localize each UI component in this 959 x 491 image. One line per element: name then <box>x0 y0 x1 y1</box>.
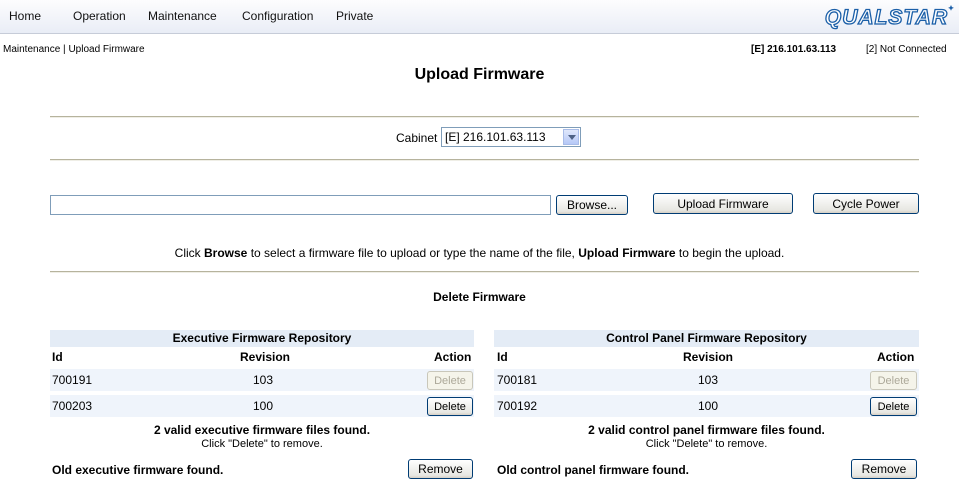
breadcrumb-maintenance[interactable]: Maintenance <box>3 44 60 55</box>
library-status: [E] 216.101.63.113 <box>751 44 837 55</box>
control-panel-col-id: Id <box>497 350 508 364</box>
browse-button[interactable]: Browse... <box>556 195 628 215</box>
nav-private[interactable]: Private <box>336 9 373 23</box>
page-title: Upload Firmware <box>414 66 545 83</box>
logo-star-icon <box>948 5 954 11</box>
executive-row-1-revision: 103 <box>253 373 274 387</box>
control-panel-delete-hint: Click "Delete" to remove. <box>645 438 768 450</box>
control-panel-row-2-id: 700192 <box>497 399 538 413</box>
control-panel-repo-header: Control Panel Firmware Repository <box>494 330 919 347</box>
executive-row-2-delete-button[interactable]: Delete <box>427 397 473 416</box>
firmware-file-input[interactable] <box>50 195 551 215</box>
svg-text:QUALSTAR: QUALSTAR <box>825 6 948 29</box>
cabinet-label: Cabinet <box>396 131 438 145</box>
qualstar-logo: QUALSTAR <box>824 5 954 30</box>
control-panel-row-1-delete-button[interactable]: Delete <box>870 371 917 390</box>
hint-browse: Browse <box>204 246 248 260</box>
executive-row-2-id: 700203 <box>52 399 93 413</box>
cabinet-selected-value: [E] 216.101.63.113 <box>445 130 546 144</box>
nav-home[interactable]: Home <box>9 9 41 23</box>
control-panel-col-action: Action <box>877 350 915 364</box>
hint-text: to select a firmware file to upload or t… <box>247 246 579 260</box>
nav-maintenance[interactable]: Maintenance <box>148 9 217 23</box>
control-panel-row-1-id: 700181 <box>497 373 538 387</box>
executive-found-message: 2 valid executive firmware files found. <box>153 423 371 437</box>
divider <box>50 271 919 273</box>
upload-firmware-button[interactable]: Upload Firmware <box>653 193 793 214</box>
executive-col-action: Action <box>434 350 472 364</box>
executive-repo-header: Executive Firmware Repository <box>50 330 474 347</box>
control-panel-row-2-delete-button[interactable]: Delete <box>870 397 917 416</box>
top-nav-bar: Home Operation Maintenance Configuration… <box>0 0 959 34</box>
hint-text: Click <box>174 246 204 260</box>
executive-row-2-revision: 100 <box>253 399 274 413</box>
executive-old-firmware-message: Old executive firmware found. <box>52 463 224 477</box>
breadcrumb: Maintenance | Upload Firmware <box>3 44 145 55</box>
nav-operation[interactable]: Operation <box>73 9 126 23</box>
connection-status: [2] Not Connected <box>866 44 947 55</box>
control-panel-found-message: 2 valid control panel firmware files fou… <box>588 423 825 437</box>
cabinet-select[interactable]: [E] 216.101.63.113 <box>441 127 581 147</box>
executive-row-1-id: 700191 <box>52 373 93 387</box>
executive-delete-hint: Click "Delete" to remove. <box>201 438 323 450</box>
executive-col-id: Id <box>52 350 63 364</box>
control-panel-old-firmware-message: Old control panel firmware found. <box>497 463 690 477</box>
control-panel-remove-button[interactable]: Remove <box>851 459 917 479</box>
hint-upload-firmware: Upload Firmware <box>578 246 676 260</box>
divider <box>50 159 919 161</box>
cycle-power-button[interactable]: Cycle Power <box>813 193 919 214</box>
executive-row-1-delete-button[interactable]: Delete <box>427 371 473 390</box>
divider <box>50 116 919 118</box>
control-panel-row-2-revision: 100 <box>698 399 719 413</box>
breadcrumb-separator: | <box>63 44 66 55</box>
control-panel-col-revision: Revision <box>683 350 734 364</box>
executive-remove-button[interactable]: Remove <box>408 459 473 479</box>
delete-firmware-title: Delete Firmware <box>433 290 526 304</box>
control-panel-row-1-revision: 103 <box>698 373 719 387</box>
nav-configuration[interactable]: Configuration <box>242 9 313 23</box>
chevron-down-icon[interactable] <box>563 129 579 145</box>
upload-instructions: Click Browse to select a firmware file t… <box>0 246 959 260</box>
executive-col-revision: Revision <box>240 350 291 364</box>
hint-text: to begin the upload. <box>675 246 785 260</box>
breadcrumb-upload-firmware: Upload Firmware <box>68 44 145 55</box>
